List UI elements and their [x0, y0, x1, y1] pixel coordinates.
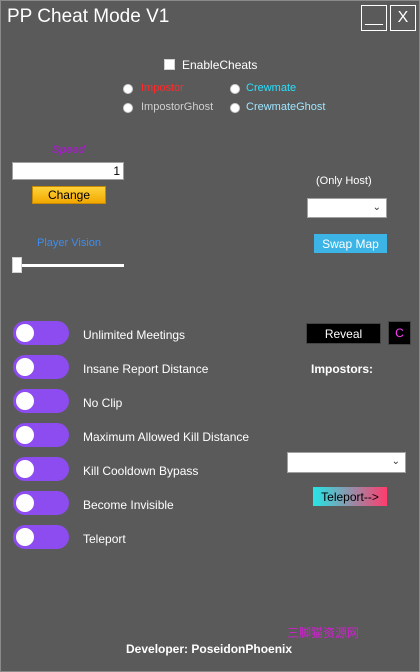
speed-label: Speed: [52, 144, 86, 156]
radio-crewmate[interactable]: [230, 84, 240, 94]
toggle-label: Become Invisible: [83, 498, 174, 512]
toggle-knob: [16, 494, 34, 512]
toggle-label: No Clip: [83, 396, 123, 410]
toggle-label: Maximum Allowed Kill Distance: [83, 430, 250, 444]
radio-crewmate-ghost-label: CrewmateGhost: [246, 101, 326, 113]
teleport-target-select[interactable]: ⌄: [287, 452, 406, 473]
c-button[interactable]: C: [388, 321, 411, 345]
enable-cheats-label: EnableCheats: [182, 58, 258, 72]
radio-impostor-ghost[interactable]: [123, 103, 133, 113]
watermark: 三脚猫资源网: [287, 626, 360, 640]
impostors-label: Impostors:: [311, 362, 374, 376]
only-host-label: (Only Host): [316, 175, 372, 187]
toggle-unlimited-meetings[interactable]: [13, 321, 69, 345]
player-vision-label: Player Vision: [37, 237, 101, 249]
player-vision-slider[interactable]: [12, 257, 22, 273]
toggle-label: Unlimited Meetings: [83, 328, 186, 342]
chevron-down-icon: ⌄: [391, 456, 400, 467]
radio-impostor[interactable]: [123, 84, 133, 94]
enable-cheats-checkbox[interactable]: [164, 59, 175, 70]
toggle-label: Insane Report Distance: [83, 362, 209, 376]
toggle-knob: [16, 528, 34, 546]
radio-impostor-ghost-label: ImpostorGhost: [141, 101, 214, 113]
toggle-knob: [16, 324, 34, 342]
developer-credit: Developer: PoseidonPhoenix: [126, 642, 293, 656]
toggle-knob: [16, 460, 34, 478]
toggle-no-clip[interactable]: [13, 389, 69, 413]
toggle-kill-cooldown-bypass[interactable]: [13, 457, 69, 481]
app-window: PP Cheat Mode V1 __ X EnableCheats Impos…: [0, 0, 420, 672]
radio-crewmate-label: Crewmate: [246, 82, 297, 94]
window-title: PP Cheat Mode V1: [7, 6, 170, 27]
speed-input[interactable]: [12, 162, 124, 180]
close-button[interactable]: X: [390, 5, 416, 31]
reveal-button[interactable]: Reveal: [306, 323, 381, 344]
toggle-knob: [16, 358, 34, 376]
player-vision-track: [14, 264, 124, 267]
toggle-insane-report-distance[interactable]: [13, 355, 69, 379]
toggle-knob: [16, 392, 34, 410]
toggle-label: Kill Cooldown Bypass: [83, 464, 199, 478]
map-select[interactable]: ⌄: [307, 198, 387, 218]
toggle-become-invisible[interactable]: [13, 491, 69, 515]
minimize-button[interactable]: __: [361, 5, 387, 31]
toggle-label: Teleport: [83, 532, 126, 546]
title-bar[interactable]: PP Cheat Mode V1 __ X: [1, 1, 419, 33]
radio-crewmate-ghost[interactable]: [230, 103, 240, 113]
swap-map-button[interactable]: Swap Map: [314, 234, 387, 253]
chevron-down-icon: ⌄: [372, 202, 381, 213]
toggle-teleport[interactable]: [13, 525, 69, 549]
radio-impostor-label: Impostor: [141, 82, 184, 94]
toggle-knob: [16, 426, 34, 444]
teleport-button[interactable]: Teleport-->: [313, 487, 387, 506]
toggle-max-kill-distance[interactable]: [13, 423, 69, 447]
change-speed-button[interactable]: Change: [32, 186, 106, 204]
